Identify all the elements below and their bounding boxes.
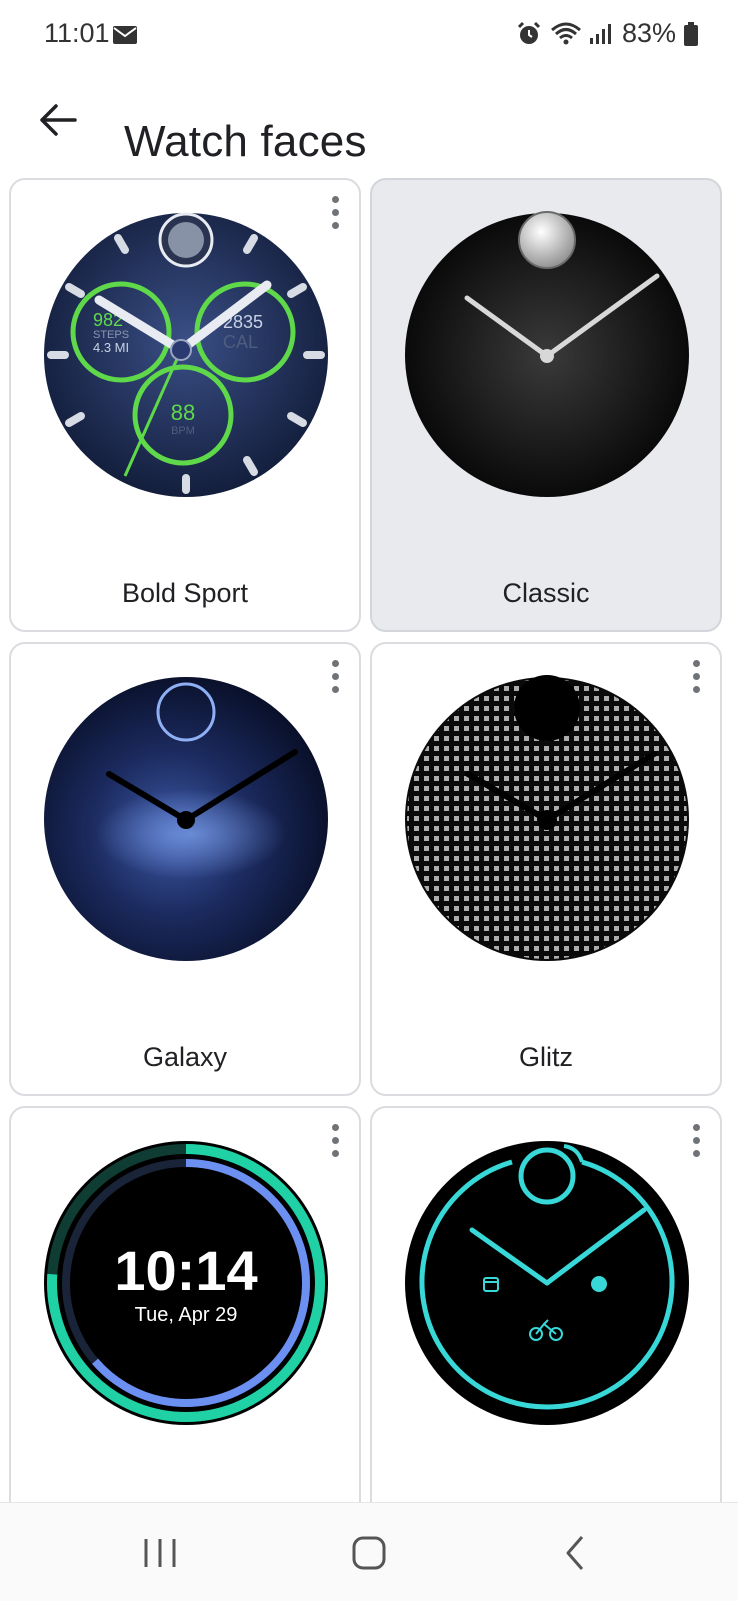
watch-face-card-digital[interactable]: 10:14 Tue, Apr 29 (9, 1106, 361, 1560)
wifi-icon (550, 22, 581, 44)
watch-face-card-classic[interactable]: Classic (370, 178, 722, 632)
watch-face-preview-glitz (405, 675, 689, 961)
more-options-button[interactable] (321, 190, 349, 234)
page-title: Watch faces (124, 117, 367, 167)
watch-face-card-glitz[interactable]: Glitz (370, 642, 722, 1096)
watch-face-preview-galaxy (44, 677, 328, 961)
digital-time: 10:14 (114, 1239, 257, 1302)
mail-icon (113, 26, 137, 44)
status-time: 11:01 (44, 18, 110, 48)
system-back-button[interactable] (535, 1523, 615, 1583)
recents-button[interactable] (120, 1523, 200, 1583)
recents-icon (144, 1539, 176, 1567)
watch-face-card-bold-sport[interactable]: 982 STEPS 4.3 MI 2835 CAL 88 BPM Bold Sp… (9, 178, 361, 632)
battery-percent: 83% (621, 18, 676, 48)
arrow-back-icon (40, 104, 77, 136)
battery-icon (684, 21, 698, 46)
message-icon (591, 1276, 607, 1292)
status-bar: 11:01 83% (0, 0, 738, 72)
navigation-bar (0, 1502, 738, 1601)
watch-face-card-galaxy[interactable]: Galaxy (9, 642, 361, 1096)
watch-face-card-neon[interactable] (370, 1106, 722, 1560)
more-options-button[interactable] (321, 654, 349, 698)
watch-face-name: Classic (502, 578, 590, 608)
distance-value: 4.3 MI (93, 340, 129, 355)
back-button[interactable] (30, 92, 86, 148)
signal-icon (589, 23, 611, 44)
watch-face-name: Bold Sport (121, 578, 249, 608)
digital-date: Tue, Apr 29 (135, 1304, 238, 1326)
watch-face-preview-classic (405, 211, 689, 497)
more-options-button[interactable] (321, 1118, 349, 1162)
watch-face-preview-bold-sport: 982 STEPS 4.3 MI 2835 CAL 88 BPM (44, 212, 328, 497)
nav-back-icon (566, 1536, 584, 1570)
heart-rate-label: BPM (171, 425, 195, 437)
more-options-button[interactable] (682, 1118, 710, 1162)
watch-face-name: Galaxy (142, 1042, 228, 1072)
calories-label: CAL (223, 332, 258, 352)
watch-face-preview-digital: 10:14 Tue, Apr 29 (44, 1141, 328, 1425)
more-options-button[interactable] (682, 654, 710, 698)
app-bar: Watch faces (0, 72, 738, 172)
watch-face-preview-neon (405, 1141, 689, 1425)
home-icon (352, 1536, 386, 1570)
heart-rate-value: 88 (171, 400, 195, 425)
watch-face-name: Glitz (519, 1042, 573, 1072)
home-button[interactable] (329, 1523, 409, 1583)
alarm-icon (517, 21, 541, 44)
status-icons: 83% (516, 18, 698, 49)
